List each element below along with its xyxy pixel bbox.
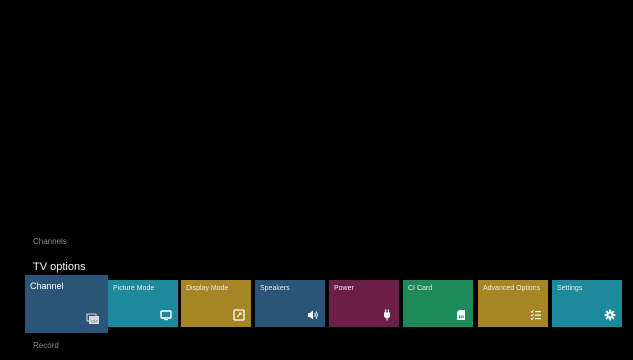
tile-label: Power [334,285,354,292]
sd-card-icon [455,309,467,321]
tile-speakers[interactable]: Speakers [255,280,325,327]
tile-channel[interactable]: Channel CH [25,275,108,333]
tile-ci-card[interactable]: CI Card [403,280,473,327]
tile-advanced-options[interactable]: Advanced Options [478,280,548,327]
aspect-ratio-icon [233,309,245,321]
tv-screen-icon [160,309,172,321]
channel-list-icon: CH [86,312,100,326]
tile-label: Settings [557,285,583,292]
tile-label: CI Card [408,285,433,292]
tile-label: Display Mode [186,285,229,292]
tile-label: Picture Mode [113,285,155,292]
tile-power[interactable]: Power [329,280,399,327]
tile-picture-mode[interactable]: Picture Mode [108,280,178,327]
tile-label: Channel [30,281,64,291]
power-plug-icon [381,309,393,321]
tile-label: Advanced Options [483,285,541,292]
svg-text:CH: CH [91,319,97,324]
gear-icon [604,309,616,321]
tile-display-mode[interactable]: Display Mode [181,280,251,327]
record-section-label: Record [33,341,59,350]
checklist-icon [530,309,542,321]
tile-settings[interactable]: Settings [552,280,622,327]
speaker-icon [307,309,319,321]
tv-options-row: Channel CH Picture Mode Display Mode Spe… [0,0,633,360]
tile-label: Speakers [260,285,290,292]
